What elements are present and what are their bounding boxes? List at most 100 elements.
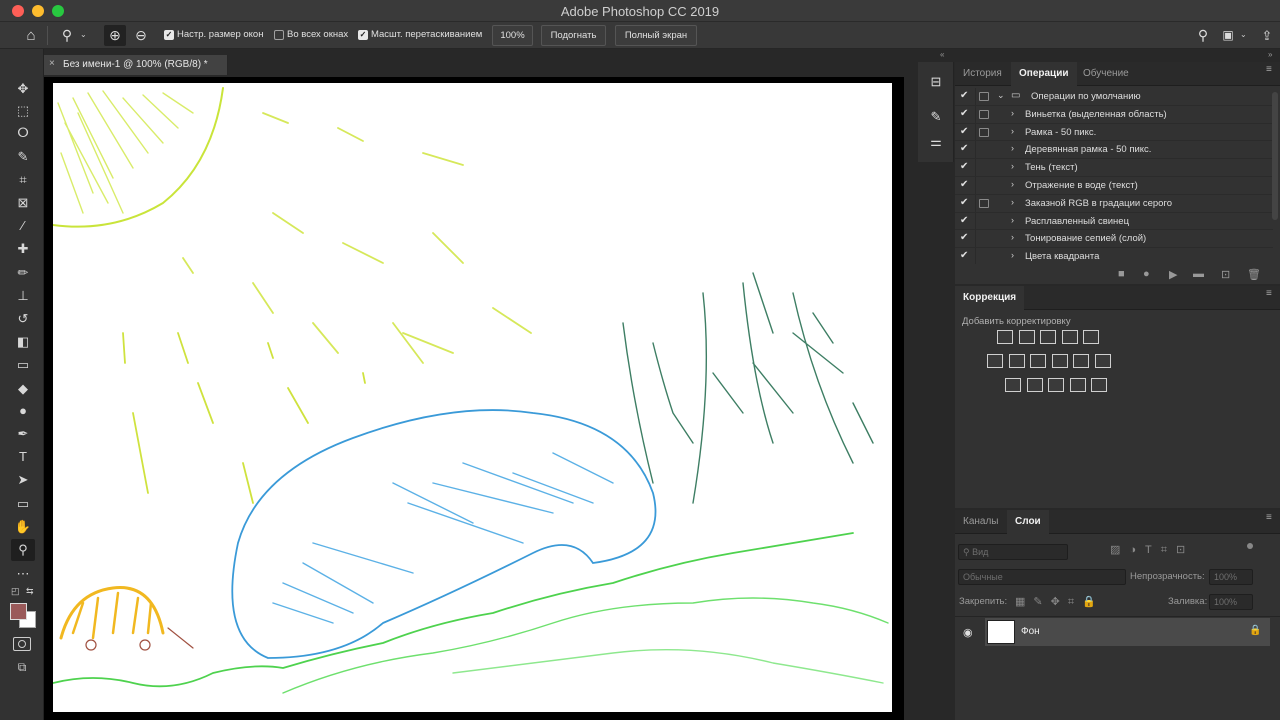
- fullscreen-button[interactable]: Полный экран: [615, 25, 697, 46]
- adjustments-icon[interactable]: ⚌: [926, 132, 946, 152]
- gradient-map-icon[interactable]: [1091, 378, 1107, 392]
- posterize-icon[interactable]: [1026, 378, 1043, 392]
- blur-tool[interactable]: ◆: [11, 378, 35, 400]
- fill-field[interactable]: 100%: [1209, 594, 1253, 610]
- fit-screen-button[interactable]: Подогнать: [541, 25, 606, 46]
- chevron-down-icon[interactable]: ⌄: [80, 30, 87, 39]
- color-balance-icon[interactable]: [1008, 354, 1025, 368]
- default-colors-icon[interactable]: ◰: [11, 586, 20, 597]
- zoom-tool[interactable]: ⚲: [11, 539, 35, 561]
- marquee-tool[interactable]: ⬚: [11, 100, 35, 122]
- eraser-tool[interactable]: ◧: [11, 331, 35, 353]
- selective-color-icon[interactable]: [1069, 378, 1086, 392]
- layer-filter-select[interactable]: ⚲ Вид: [958, 544, 1068, 560]
- scrubby-zoom-checkbox[interactable]: ✓: [358, 30, 368, 40]
- action-toggle-checkmark[interactable]: ✔: [960, 143, 968, 154]
- vibrance-icon[interactable]: [1083, 330, 1099, 344]
- tab-learn[interactable]: Обучение: [1075, 62, 1137, 86]
- trash-icon[interactable]: 🗑: [1247, 268, 1261, 281]
- share-icon[interactable]: ⇪: [1256, 25, 1278, 46]
- blend-mode-select[interactable]: Обычные: [958, 569, 1126, 585]
- clone-stamp-tool[interactable]: ⊥: [11, 285, 35, 307]
- document-tab[interactable]: × Без имени-1 @ 100% (RGB/8) *: [44, 55, 228, 75]
- curves-icon[interactable]: [1040, 330, 1056, 344]
- action-row[interactable]: ✔ › Деревянная рамка - 50 пикс.: [955, 141, 1273, 160]
- brightness-icon[interactable]: [997, 330, 1013, 344]
- gradient-tool[interactable]: ▭: [11, 354, 35, 376]
- play-icon[interactable]: ▶: [1169, 268, 1177, 281]
- learn-panel-icon[interactable]: ⊟: [926, 72, 946, 92]
- invert-icon[interactable]: [1005, 378, 1021, 392]
- all-windows-checkbox[interactable]: [274, 30, 284, 40]
- home-icon[interactable]: ⌂: [20, 25, 42, 46]
- action-toggle-checkmark[interactable]: ✔: [960, 179, 968, 190]
- chevron-down-icon[interactable]: ⌄: [1240, 30, 1247, 39]
- dialog-toggle-icon[interactable]: [979, 109, 989, 119]
- foreground-color-swatch[interactable]: [10, 603, 27, 620]
- action-row[interactable]: ✔ › Тонирование сепией (слой): [955, 230, 1273, 249]
- dodge-tool[interactable]: ●: [11, 400, 35, 422]
- chevron-right-icon[interactable]: ›: [1011, 108, 1014, 118]
- hue-saturation-icon[interactable]: [987, 354, 1003, 368]
- type-tool[interactable]: T: [11, 446, 35, 468]
- chevron-right-icon[interactable]: ›: [1011, 126, 1014, 136]
- canvas[interactable]: [52, 83, 892, 712]
- hand-tool[interactable]: ✋: [11, 516, 35, 538]
- photo-filter-icon[interactable]: [1051, 354, 1068, 368]
- frame-tool[interactable]: ⊠: [11, 192, 35, 214]
- brush-tool[interactable]: ✏: [11, 262, 35, 284]
- expand-panels-icon[interactable]: »: [1268, 50, 1272, 59]
- quick-selection-tool[interactable]: ✎: [11, 146, 35, 168]
- chevron-right-icon[interactable]: ›: [1011, 232, 1014, 242]
- chevron-right-icon[interactable]: ›: [1011, 143, 1014, 153]
- history-brush-tool[interactable]: ↺: [11, 308, 35, 330]
- brush-settings-icon[interactable]: ✎: [926, 107, 946, 127]
- black-white-icon[interactable]: [1030, 354, 1046, 368]
- threshold-icon[interactable]: [1048, 378, 1064, 392]
- chevron-down-icon[interactable]: ⌄: [997, 90, 1005, 101]
- action-toggle-checkmark[interactable]: ✔: [960, 215, 968, 226]
- record-icon[interactable]: ●: [1143, 268, 1150, 280]
- pen-tool[interactable]: ✒: [11, 423, 35, 445]
- search-icon[interactable]: ⚲: [1192, 25, 1214, 46]
- action-toggle-checkmark[interactable]: ✔: [960, 197, 968, 208]
- layer-row[interactable]: Фон 🔒: [985, 618, 1270, 646]
- color-lookup-icon[interactable]: [1094, 354, 1111, 368]
- new-action-icon[interactable]: ⊡: [1221, 268, 1230, 281]
- zoom-out-icon[interactable]: ⊖: [130, 25, 152, 46]
- action-toggle-checkmark[interactable]: ✔: [960, 250, 968, 261]
- tab-history[interactable]: История: [955, 62, 1010, 86]
- close-document-icon[interactable]: ×: [49, 58, 55, 69]
- action-row[interactable]: ✔ › Отражение в воде (текст): [955, 177, 1273, 195]
- dialog-toggle-icon[interactable]: [979, 92, 989, 101]
- panel-menu-icon[interactable]: ≡: [1266, 65, 1276, 75]
- panel-menu-icon[interactable]: ≡: [1266, 289, 1276, 299]
- layer-filter-icons[interactable]: ▨◑T⌗⊡: [1110, 543, 1194, 557]
- action-toggle-checkmark[interactable]: ✔: [960, 126, 968, 137]
- path-selection-tool[interactable]: ➤: [11, 469, 35, 491]
- filter-toggle-icon[interactable]: [1247, 543, 1253, 549]
- screen-mode-icon[interactable]: ⧉: [13, 660, 31, 674]
- eyedropper-tool[interactable]: ⁄: [11, 215, 35, 237]
- zoom-in-icon[interactable]: ⊕: [104, 25, 126, 46]
- tab-adjustments[interactable]: Коррекция: [955, 286, 1025, 310]
- tab-channels[interactable]: Каналы: [955, 510, 1007, 534]
- panel-menu-icon[interactable]: ≡: [1266, 513, 1276, 523]
- chevron-right-icon[interactable]: ›: [1011, 161, 1014, 171]
- action-toggle-checkmark[interactable]: ✔: [960, 161, 968, 172]
- action-row[interactable]: ✔ › Виньетка (выделенная область): [955, 105, 1273, 124]
- action-set-row[interactable]: ✔ ⌄ ▭ Операции по умолчанию: [955, 88, 1273, 106]
- chevron-right-icon[interactable]: ›: [1011, 215, 1014, 225]
- action-toggle-checkmark[interactable]: ✔: [960, 90, 968, 101]
- stop-icon[interactable]: ■: [1118, 268, 1125, 280]
- action-row[interactable]: ✔ › Расплавленный свинец: [955, 212, 1273, 231]
- lasso-tool[interactable]: ⵔ: [11, 122, 35, 144]
- tab-actions[interactable]: Операции: [1011, 62, 1077, 86]
- dialog-toggle-icon[interactable]: [979, 198, 989, 208]
- resize-windows-checkbox[interactable]: ✓: [164, 30, 174, 40]
- action-row[interactable]: ✔ › Рамка - 50 пикс.: [955, 123, 1273, 142]
- action-row[interactable]: ✔ › Заказной RGB в градации серого: [955, 194, 1273, 213]
- action-row[interactable]: ✔ › Цвета квадранта: [955, 248, 1273, 264]
- chevron-right-icon[interactable]: ›: [1011, 250, 1014, 260]
- move-tool[interactable]: ✥: [11, 78, 35, 100]
